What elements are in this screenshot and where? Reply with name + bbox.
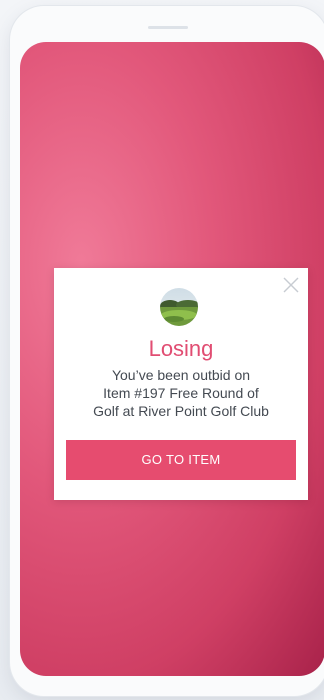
- close-icon[interactable]: [282, 276, 300, 294]
- outbid-message: You’ve been outbid on Item #197 Free Rou…: [68, 366, 294, 420]
- message-line: Item #197 Free Round of: [103, 385, 259, 401]
- message-line: You’ve been outbid on: [111, 367, 251, 383]
- golf-course-image: [160, 288, 198, 326]
- app-screen-backdrop: Losing You’ve been outbid on Item #197 F…: [20, 42, 324, 676]
- go-to-item-button[interactable]: GO TO ITEM: [66, 440, 296, 480]
- message-line: Golf at River Point Golf Club: [93, 403, 269, 419]
- phone-frame: Losing You’ve been outbid on Item #197 F…: [10, 6, 324, 696]
- item-thumbnail: [160, 288, 198, 326]
- status-title: Losing: [148, 336, 214, 361]
- phone-speaker: [148, 26, 188, 29]
- page: Losing You’ve been outbid on Item #197 F…: [0, 0, 324, 700]
- outbid-notification-modal: Losing You’ve been outbid on Item #197 F…: [54, 268, 308, 500]
